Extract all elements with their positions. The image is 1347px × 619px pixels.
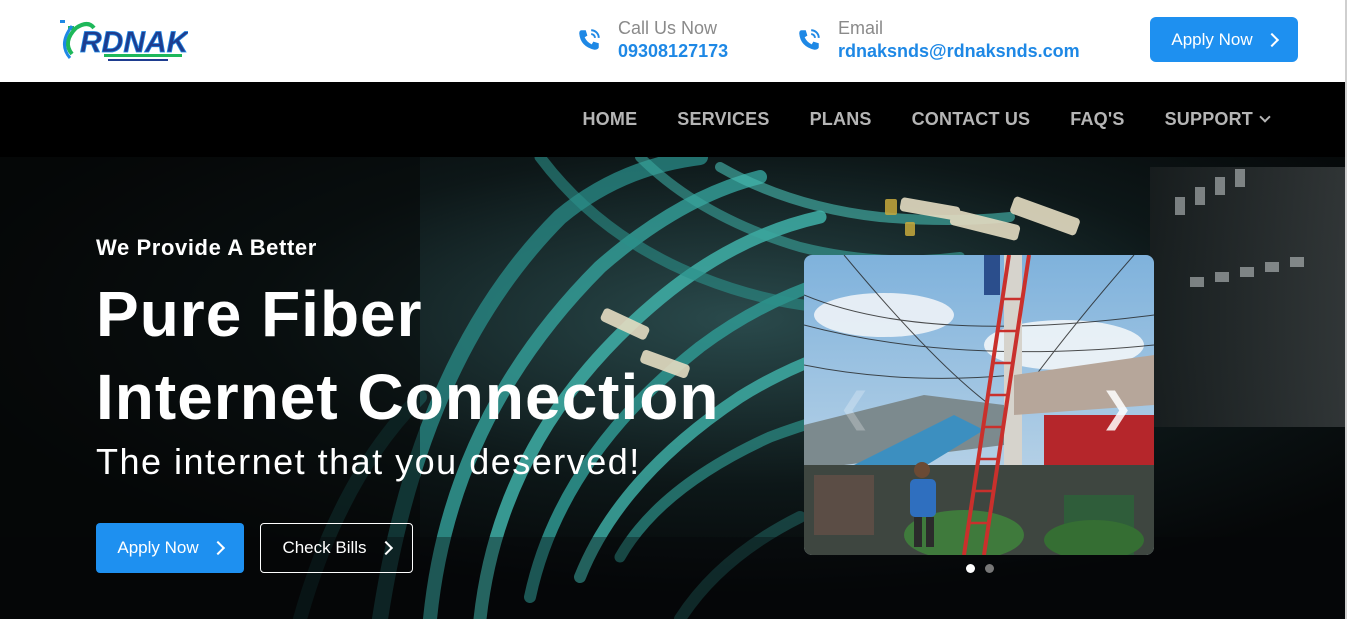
- hero-apply-now-button[interactable]: Apply Now: [96, 523, 244, 573]
- chevron-down-icon: [1259, 111, 1271, 123]
- slider-dot-2[interactable]: [985, 564, 994, 573]
- chevron-right-icon: [1264, 32, 1279, 47]
- brand-logo[interactable]: RDNAKS: [58, 14, 209, 68]
- check-bills-label: Check Bills: [282, 538, 367, 557]
- slider-next-arrow-icon[interactable]: ❯: [1100, 385, 1134, 431]
- top-header: RDNAKS Call Us Now 09308127173 Email rdn…: [0, 0, 1347, 82]
- nav-support[interactable]: SUPPORT: [1164, 109, 1271, 130]
- nav-home[interactable]: HOME: [582, 109, 637, 130]
- nav-contact-us[interactable]: CONTACT US: [912, 109, 1031, 130]
- email-label: Email: [838, 18, 884, 38]
- header-apply-now-button[interactable]: Apply Now: [1150, 17, 1298, 62]
- check-bills-button[interactable]: Check Bills: [260, 523, 413, 573]
- hero-apply-now-label: Apply Now: [117, 538, 199, 557]
- header-apply-now-label: Apply Now: [1171, 29, 1253, 49]
- call-us-block: Call Us Now 09308127173: [576, 18, 728, 62]
- call-label: Call Us Now: [618, 18, 718, 38]
- phone-number[interactable]: 09308127173: [618, 40, 728, 62]
- hero-subtitle: The internet that you deserved!: [96, 441, 641, 482]
- main-nav-bar: HOME SERVICES PLANS CONTACT US FAQ'S SUP…: [0, 82, 1345, 157]
- chevron-right-icon: [210, 540, 225, 556]
- slider-dot-1[interactable]: [966, 564, 975, 573]
- phone-icon: [579, 29, 600, 50]
- nav-faqs[interactable]: FAQ'S: [1070, 109, 1124, 130]
- hero-section: We Provide A Better Pure Fiber Internet …: [0, 157, 1345, 619]
- slider-dots: [966, 564, 994, 573]
- nav-support-label: SUPPORT: [1164, 109, 1253, 129]
- main-nav: HOME SERVICES PLANS CONTACT US FAQ'S SUP…: [582, 82, 1271, 157]
- hero-tagline: We Provide A Better: [96, 235, 317, 260]
- email-address[interactable]: rdnaksnds@rdnaksnds.com: [838, 40, 1080, 62]
- phone-icon: [799, 29, 820, 50]
- chevron-right-icon: [378, 540, 393, 556]
- nav-services[interactable]: SERVICES: [677, 109, 769, 130]
- slider-prev-arrow-icon[interactable]: ❮: [838, 385, 872, 431]
- hero-headline-line2: Internet Connection: [96, 361, 720, 433]
- nav-plans[interactable]: PLANS: [810, 109, 872, 130]
- hero-headline-line1: Pure Fiber: [96, 278, 423, 350]
- email-block: Email rdnaksnds@rdnaksnds.com: [796, 18, 1080, 62]
